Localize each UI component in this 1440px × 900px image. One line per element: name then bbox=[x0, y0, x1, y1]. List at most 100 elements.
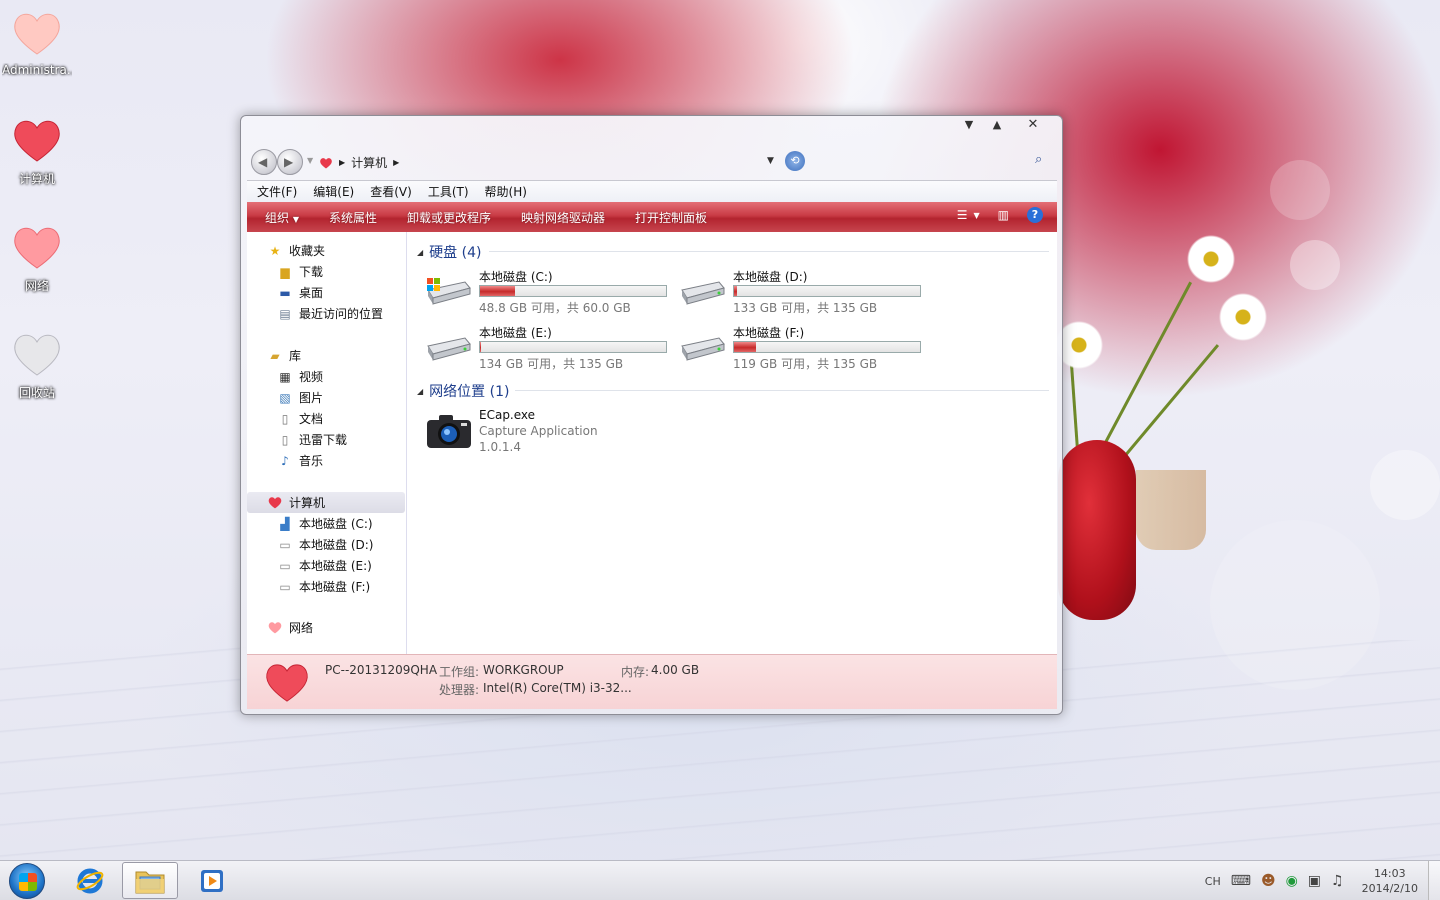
drive-f[interactable]: 本地磁盘 (F:) 119 GB 可用，共 135 GB bbox=[679, 324, 929, 376]
network-item-description: Capture Application bbox=[479, 424, 598, 438]
menu-edit[interactable]: 编辑(E) bbox=[313, 183, 354, 200]
heart-icon bbox=[320, 157, 332, 168]
nav-favorites[interactable]: ★ 收藏夹 bbox=[247, 240, 405, 261]
heart-icon bbox=[267, 621, 283, 635]
taskbar-explorer[interactable] bbox=[122, 862, 178, 899]
desktop-icon-recycle-bin[interactable]: 回收站 bbox=[2, 331, 72, 401]
downloads-folder-icon: ▆ bbox=[280, 264, 290, 279]
nav-drive-d[interactable]: ▭ 本地磁盘 (D:) bbox=[247, 534, 405, 555]
tray-shield-icon[interactable]: ◉ bbox=[1286, 873, 1298, 889]
breadcrumb[interactable]: ▶ 计算机 ▶ bbox=[319, 154, 399, 171]
nav-music[interactable]: ♪ 音乐 bbox=[247, 450, 405, 471]
clock[interactable]: 14:03 2014/2/10 bbox=[1362, 866, 1418, 896]
folder-icon bbox=[135, 871, 165, 893]
system-properties-button[interactable]: 系统属性 bbox=[329, 209, 377, 226]
hard-drive-icon: ▭ bbox=[279, 558, 291, 573]
library-icon: ▰ bbox=[270, 348, 280, 363]
drive-e[interactable]: 本地磁盘 (E:) 134 GB 可用，共 135 GB bbox=[425, 324, 675, 376]
breadcrumb-separator-icon[interactable]: ▶ bbox=[393, 158, 399, 167]
nav-label: 本地磁盘 (F:) bbox=[299, 580, 371, 594]
map-network-drive-button[interactable]: 映射网络驱动器 bbox=[521, 209, 605, 226]
organize-button[interactable]: 组织 ▼ bbox=[265, 209, 299, 226]
nav-desktop[interactable]: ▬ 桌面 bbox=[247, 282, 405, 303]
preview-pane-icon[interactable]: ▥ bbox=[998, 208, 1009, 222]
video-icon: ▦ bbox=[279, 369, 291, 384]
nav-drive-f[interactable]: ▭ 本地磁盘 (F:) bbox=[247, 576, 405, 597]
group-header-drives[interactable]: ◢ 硬盘 (4) bbox=[417, 242, 481, 262]
help-icon[interactable]: ? bbox=[1027, 207, 1043, 223]
wallpaper-bokeh bbox=[1270, 160, 1330, 220]
history-dropdown-icon[interactable]: ▼ bbox=[307, 156, 313, 165]
wallpaper-flower bbox=[1218, 292, 1268, 342]
close-button[interactable]: ✕ bbox=[1019, 116, 1047, 134]
wallpaper-flower bbox=[1186, 234, 1236, 284]
nav-label: 迅雷下载 bbox=[299, 433, 348, 447]
nav-recent-places[interactable]: ▤ 最近访问的位置 bbox=[247, 303, 405, 324]
music-icon: ♪ bbox=[281, 453, 289, 468]
keyboard-icon[interactable]: ⌨ bbox=[1231, 873, 1251, 889]
nav-drive-e[interactable]: ▭ 本地磁盘 (E:) bbox=[247, 555, 405, 576]
menu-view[interactable]: 查看(V) bbox=[370, 183, 412, 200]
computer-name: PC--20131209QHA bbox=[325, 663, 438, 677]
menu-tools[interactable]: 工具(T) bbox=[428, 183, 469, 200]
nav-network[interactable]: 网络 bbox=[247, 617, 405, 638]
view-options-icon[interactable]: ☰ bbox=[957, 208, 968, 222]
drive-c[interactable]: 本地磁盘 (C:) 48.8 GB 可用，共 60.0 GB bbox=[425, 268, 675, 320]
desktop-icon-user[interactable]: Administra... bbox=[2, 10, 72, 77]
menu-bar: 文件(F) 编辑(E) 查看(V) 工具(T) 帮助(H) bbox=[247, 180, 1057, 202]
breadcrumb-item[interactable]: 计算机 bbox=[351, 154, 387, 171]
nav-computer[interactable]: 计算机 bbox=[247, 492, 405, 513]
network-tray-icon[interactable]: ▣ bbox=[1308, 873, 1321, 889]
menu-file[interactable]: 文件(F) bbox=[257, 183, 297, 200]
pictures-icon: ▧ bbox=[279, 390, 291, 405]
nav-label: 本地磁盘 (E:) bbox=[299, 559, 372, 573]
maximize-button[interactable]: ▲ bbox=[983, 116, 1011, 134]
taskbar-internet-explorer[interactable] bbox=[62, 862, 118, 899]
hard-drive-icon: ▭ bbox=[279, 537, 291, 552]
desktop-icon-computer[interactable]: 计算机 bbox=[2, 117, 72, 187]
windows-logo-icon bbox=[19, 873, 37, 891]
nav-label: 本地磁盘 (D:) bbox=[299, 538, 374, 552]
menu-help[interactable]: 帮助(H) bbox=[485, 183, 527, 200]
nav-thunder-downloads[interactable]: ▯ 迅雷下载 bbox=[247, 429, 405, 450]
nav-libraries[interactable]: ▰ 库 bbox=[247, 345, 405, 366]
nav-downloads[interactable]: ▆ 下载 bbox=[247, 261, 405, 282]
address-dropdown-icon[interactable]: ▼ bbox=[767, 156, 774, 166]
open-control-panel-button[interactable]: 打开控制面板 bbox=[635, 209, 707, 226]
language-indicator[interactable]: CH bbox=[1205, 875, 1221, 888]
group-header-network[interactable]: ◢ 网络位置 (1) bbox=[417, 381, 509, 401]
group-divider bbox=[515, 390, 1049, 391]
drive-d[interactable]: 本地磁盘 (D:) 133 GB 可用，共 135 GB bbox=[679, 268, 929, 320]
nav-label: 文档 bbox=[299, 412, 324, 426]
taskbar-media-player[interactable] bbox=[184, 862, 240, 899]
nav-label: 图片 bbox=[299, 391, 324, 405]
nav-videos[interactable]: ▦ 视频 bbox=[247, 366, 405, 387]
heart-icon bbox=[266, 664, 308, 702]
network-item-ecap[interactable]: ECap.exe Capture Application 1.0.1.4 bbox=[425, 408, 675, 468]
tray-app-icon[interactable]: ☻ bbox=[1261, 873, 1276, 889]
chevron-down-icon: ▼ bbox=[292, 214, 299, 224]
nav-label: 下载 bbox=[299, 265, 324, 279]
search-input[interactable] bbox=[809, 154, 1049, 172]
nav-label: 音乐 bbox=[299, 454, 324, 468]
refresh-icon[interactable]: ⟲ bbox=[785, 151, 805, 171]
nav-label: 计算机 bbox=[289, 496, 326, 510]
desktop-icon-network[interactable]: 网络 bbox=[2, 224, 72, 294]
search-icon[interactable]: ⌕ bbox=[1035, 152, 1042, 167]
show-desktop-button[interactable] bbox=[1428, 861, 1440, 900]
details-pane: PC--20131209QHA 工作组: WORKGROUP 内存: 4.00 … bbox=[247, 654, 1057, 709]
start-button[interactable] bbox=[9, 863, 45, 899]
uninstall-programs-button[interactable]: 卸载或更改程序 bbox=[407, 209, 491, 226]
nav-drive-c[interactable]: ▟ 本地磁盘 (C:) bbox=[247, 513, 405, 534]
back-button[interactable]: ◀ bbox=[251, 149, 277, 175]
drive-usage-bar bbox=[733, 285, 921, 297]
desktop-icon-label: 回收站 bbox=[18, 386, 55, 400]
forward-button[interactable]: ▶ bbox=[277, 149, 303, 175]
minimize-button[interactable]: ▼ bbox=[955, 116, 983, 134]
view-dropdown-icon[interactable]: ▼ bbox=[974, 211, 980, 220]
nav-pictures[interactable]: ▧ 图片 bbox=[247, 387, 405, 408]
volume-icon[interactable]: ♫ bbox=[1331, 873, 1344, 889]
workgroup-label: 工作组: bbox=[439, 665, 480, 679]
nav-documents[interactable]: ▯ 文档 bbox=[247, 408, 405, 429]
wallpaper-pot bbox=[1136, 470, 1206, 550]
